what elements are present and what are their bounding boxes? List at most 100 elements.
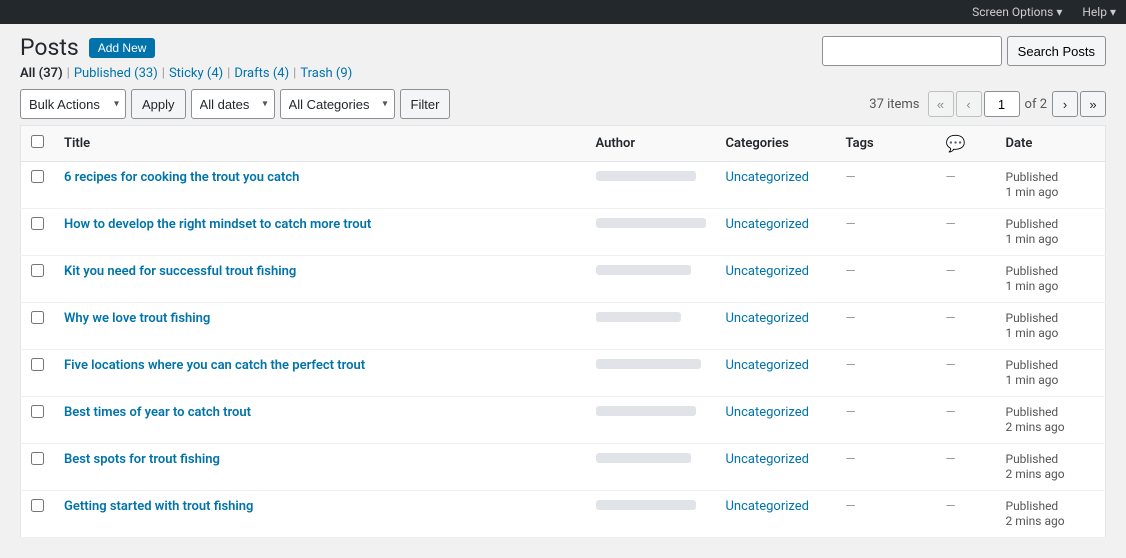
category-link[interactable]: Uncategorized (726, 217, 809, 232)
author-header[interactable]: Author (586, 126, 716, 162)
row-checkbox[interactable] (31, 358, 44, 371)
post-title-link[interactable]: How to develop the right mindset to catc… (64, 217, 371, 232)
filter-trash[interactable]: Trash (9) (300, 66, 352, 81)
row-categories-cell: Uncategorized (716, 491, 836, 538)
category-link[interactable]: Uncategorized (726, 264, 809, 279)
row-checkbox-cell (21, 209, 55, 256)
table-row: Kit you need for successful trout fishin… (21, 256, 1106, 303)
row-categories-cell: Uncategorized (716, 444, 836, 491)
row-checkbox[interactable] (31, 452, 44, 465)
post-title-link[interactable]: Kit you need for successful trout fishin… (64, 264, 296, 279)
date-status: Published (1006, 170, 1059, 184)
row-checkbox[interactable] (31, 405, 44, 418)
date-ago: 1 min ago (1006, 232, 1059, 246)
page-wrapper: Posts Add New Search Posts All (37) | Pu… (0, 24, 1126, 558)
row-tags-cell: — (836, 162, 936, 209)
search-area: Search Posts (822, 36, 1106, 66)
screen-options-button[interactable]: Screen Options ▾ (972, 5, 1062, 19)
row-checkbox-cell (21, 350, 55, 397)
row-comments-cell: — (936, 162, 996, 209)
page-input[interactable] (984, 91, 1020, 117)
row-title-cell: Five locations where you can catch the p… (54, 350, 586, 397)
search-posts-button[interactable]: Search Posts (1007, 36, 1106, 66)
add-new-button[interactable]: Add New (89, 38, 156, 58)
category-link[interactable]: Uncategorized (726, 358, 809, 373)
category-link[interactable]: Uncategorized (726, 499, 809, 514)
author-placeholder (596, 312, 681, 322)
author-placeholder (596, 359, 701, 369)
row-title-cell: Best spots for trout fishing (54, 444, 586, 491)
table-row: Five locations where you can catch the p… (21, 350, 1106, 397)
post-title-link[interactable]: Five locations where you can catch the p… (64, 358, 365, 373)
row-checkbox[interactable] (31, 217, 44, 230)
row-checkbox-cell (21, 256, 55, 303)
categories-header[interactable]: Categories (716, 126, 836, 162)
row-date-cell: Published 1 min ago (996, 162, 1106, 209)
categories-wrap: All Categories ▾ (280, 89, 395, 119)
date-status: Published (1006, 311, 1059, 325)
row-date-cell: Published 1 min ago (996, 256, 1106, 303)
row-tags-cell: — (836, 397, 936, 444)
row-comments-cell: — (936, 209, 996, 256)
check-all-checkbox[interactable] (31, 135, 44, 148)
filter-published[interactable]: Published (33) (74, 66, 158, 81)
row-checkbox[interactable] (31, 264, 44, 277)
pagination: « ‹ of 2 › » (928, 91, 1106, 117)
row-author-cell (586, 303, 716, 350)
tags-dash: — (846, 358, 856, 373)
date-status: Published (1006, 499, 1059, 513)
comments-dash: — (946, 217, 956, 232)
date-status: Published (1006, 264, 1059, 278)
author-placeholder (596, 500, 696, 510)
prev-page-button[interactable]: ‹ (956, 91, 982, 117)
categories-select[interactable]: All Categories (280, 89, 395, 119)
last-page-button[interactable]: » (1080, 91, 1106, 117)
category-link[interactable]: Uncategorized (726, 452, 809, 467)
row-author-cell (586, 491, 716, 538)
posts-table: Title Author Categories Tags 💬 Date 6 re… (20, 125, 1106, 538)
help-button[interactable]: Help ▾ (1082, 5, 1116, 19)
apply-button[interactable]: Apply (131, 89, 186, 119)
post-title-link[interactable]: Why we love trout fishing (64, 311, 210, 326)
filter-button[interactable]: Filter (400, 89, 451, 119)
post-title-link[interactable]: Best times of year to catch trout (64, 405, 251, 420)
row-checkbox[interactable] (31, 311, 44, 324)
row-checkbox[interactable] (31, 170, 44, 183)
first-page-button[interactable]: « (928, 91, 954, 117)
items-count: 37 items (869, 97, 919, 112)
category-link[interactable]: Uncategorized (726, 311, 809, 326)
date-ago: 1 min ago (1006, 373, 1059, 387)
row-comments-cell: — (936, 491, 996, 538)
category-link[interactable]: Uncategorized (726, 405, 809, 420)
row-checkbox[interactable] (31, 499, 44, 512)
table-row: 6 recipes for cooking the trout you catc… (21, 162, 1106, 209)
comments-header[interactable]: 💬 (936, 126, 996, 162)
author-placeholder (596, 171, 696, 181)
title-header[interactable]: Title (54, 126, 586, 162)
post-title-link[interactable]: Best spots for trout fishing (64, 452, 220, 467)
row-date-cell: Published 1 min ago (996, 350, 1106, 397)
filter-sticky[interactable]: Sticky (4) (169, 66, 223, 81)
row-comments-cell: — (936, 350, 996, 397)
author-placeholder (596, 265, 691, 275)
post-title-link[interactable]: Getting started with trout fishing (64, 499, 253, 514)
dates-select[interactable]: All dates (191, 89, 275, 119)
next-page-button[interactable]: › (1052, 91, 1078, 117)
filter-drafts[interactable]: Drafts (4) (234, 66, 289, 81)
row-categories-cell: Uncategorized (716, 397, 836, 444)
date-header[interactable]: Date (996, 126, 1106, 162)
row-date-cell: Published 2 mins ago (996, 397, 1106, 444)
row-author-cell (586, 162, 716, 209)
category-link[interactable]: Uncategorized (726, 170, 809, 185)
row-tags-cell: — (836, 444, 936, 491)
bulk-actions-select[interactable]: Bulk Actions (20, 89, 126, 119)
tablenav-top: Bulk Actions ▾ Apply All dates ▾ All Cat… (20, 89, 1106, 119)
filter-all[interactable]: All (37) (20, 66, 63, 81)
search-input[interactable] (822, 36, 1002, 66)
tags-header[interactable]: Tags (836, 126, 936, 162)
date-ago: 2 mins ago (1006, 514, 1065, 528)
post-title-link[interactable]: 6 recipes for cooking the trout you catc… (64, 170, 299, 185)
row-title-cell: 6 recipes for cooking the trout you catc… (54, 162, 586, 209)
date-status: Published (1006, 405, 1059, 419)
tags-dash: — (846, 499, 856, 514)
